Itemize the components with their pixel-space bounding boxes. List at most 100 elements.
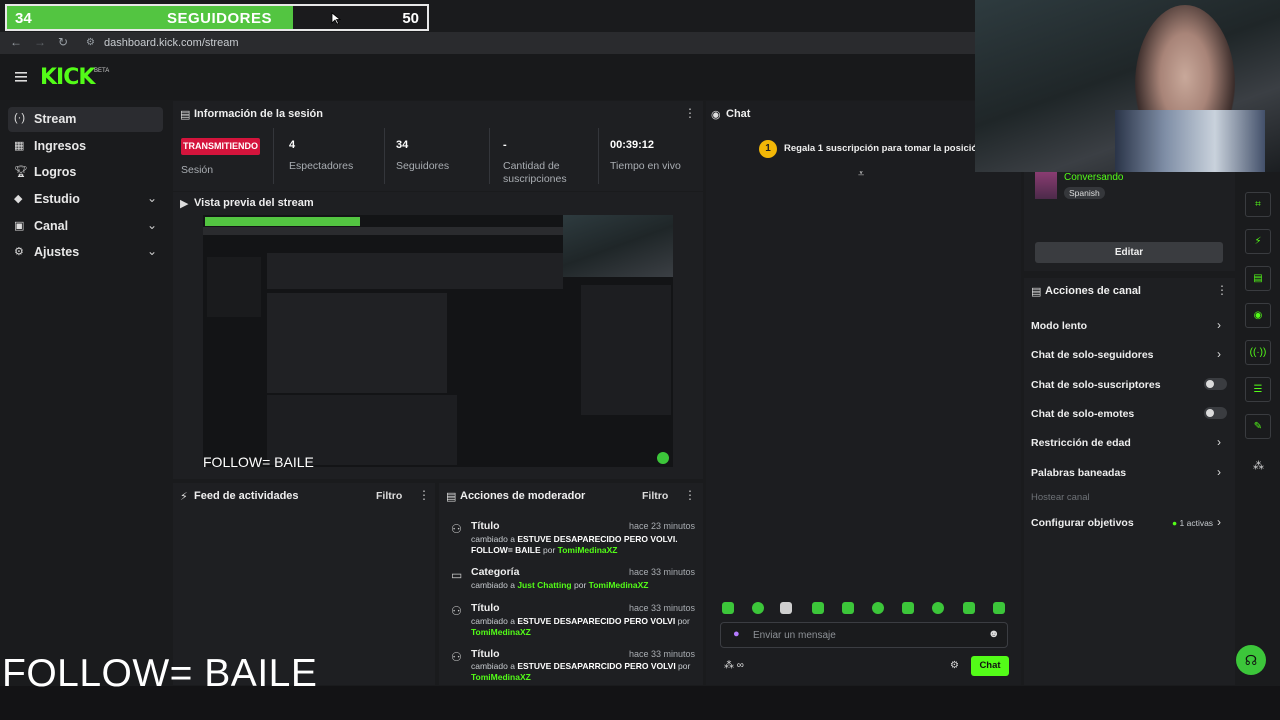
lightning-icon[interactable]: ⚡︎ <box>1245 229 1271 254</box>
broadcast-icon[interactable]: ((·)) <box>1245 340 1271 365</box>
followers-only-item[interactable]: Chat de solo-seguidores <box>1031 349 1154 361</box>
category-name[interactable]: Conversando <box>1064 172 1123 183</box>
emote-icon[interactable] <box>902 602 914 614</box>
users-icon[interactable]: ⁂ ∞ <box>724 660 744 671</box>
sidebar-item-estudio[interactable]: ◆ Estudio ⌄ <box>8 187 163 212</box>
more-options-icon[interactable]: ⋮ <box>684 106 696 120</box>
sidebar-item-ingresos[interactable]: ▦ Ingresos <box>8 134 163 159</box>
desc-value[interactable]: Just Chatting <box>517 580 571 590</box>
emote-icon[interactable] <box>780 602 792 614</box>
chat-bubble-icon[interactable]: ◉ <box>1245 303 1271 328</box>
language-tag: Spanish <box>1064 187 1105 199</box>
chat-send-button[interactable]: Chat <box>971 656 1009 676</box>
emote-icon[interactable] <box>752 602 764 614</box>
desc-user[interactable]: TomiMedinaXZ <box>471 672 531 682</box>
feed-filter-button[interactable]: Filtro <box>376 490 402 502</box>
sidebar-item-label: Stream <box>34 112 77 126</box>
collapse-icon[interactable]: ⩡ <box>858 168 864 181</box>
focus-icon[interactable]: ⌗ <box>1245 192 1271 217</box>
configure-goals-item[interactable]: Configurar objetivos <box>1031 517 1134 529</box>
edit-stream-button[interactable]: Editar <box>1035 242 1223 263</box>
subs-only-toggle[interactable] <box>1204 378 1227 390</box>
more-options-icon[interactable]: ⋮ <box>1216 283 1228 297</box>
chevron-right-icon[interactable]: › <box>1217 347 1221 361</box>
settings-icon[interactable]: ⚙ <box>950 660 959 671</box>
chat-input-placeholder: Enviar un mensaje <box>753 630 836 641</box>
sidebar-item-logros[interactable]: 🏆︎ Logros <box>8 160 163 185</box>
site-info-icon[interactable]: ⚙ <box>86 37 95 48</box>
kick-logo[interactable]: KICK <box>40 65 95 90</box>
user-edit-icon: ⚇ <box>451 650 462 664</box>
divider <box>273 128 274 184</box>
document-icon[interactable]: ▤ <box>1245 266 1271 291</box>
chat-message-input[interactable]: ● Enviar un mensaje ☻ <box>720 622 1008 648</box>
age-restriction-item[interactable]: Restricción de edad <box>1031 437 1131 449</box>
wrench-icon[interactable]: ✎ <box>1245 414 1271 439</box>
subs-value: - <box>503 139 507 151</box>
emote-icon[interactable] <box>872 602 884 614</box>
stream-preview-title: Vista previa del stream <box>194 197 314 209</box>
channel-actions-icon: ▤ <box>1031 286 1042 298</box>
layers-icon[interactable]: ☰ <box>1245 377 1271 402</box>
emoji-icon[interactable]: ☻ <box>988 628 1000 640</box>
desc-user[interactable]: TomiMedinaXZ <box>471 627 531 637</box>
sidebar-item-canal[interactable]: ▣ Canal ⌄ <box>8 214 163 239</box>
mod-filter-button[interactable]: Filtro <box>642 490 668 502</box>
chevron-down-icon: ⌄ <box>146 218 157 232</box>
emotes-only-item: Chat de solo-emotes <box>1031 408 1135 420</box>
sidebar-item-label: Canal <box>34 219 69 233</box>
microphone-icon[interactable]: ● <box>733 628 740 640</box>
back-icon[interactable]: ← <box>10 35 22 49</box>
chat-panel <box>706 101 1021 685</box>
more-options-icon[interactable]: ⋮ <box>684 488 696 502</box>
cursor-icon <box>331 12 341 25</box>
emotes-only-toggle[interactable] <box>1204 407 1227 419</box>
desc-user[interactable]: TomiMedinaXZ <box>558 545 618 555</box>
reload-icon[interactable]: ↻ <box>58 35 68 49</box>
slow-mode-item[interactable]: Modo lento <box>1031 320 1087 332</box>
followers-value: 34 <box>396 139 409 151</box>
desc-user[interactable]: TomiMedinaXZ <box>589 580 649 590</box>
preview-goal-bar <box>205 217 360 226</box>
follow-overlay-text: FOLLOW= BAILE <box>2 652 318 695</box>
banned-words-item[interactable]: Palabras baneadas <box>1031 467 1126 479</box>
address-bar[interactable]: dashboard.kick.com/stream <box>104 37 239 49</box>
mod-actions-title: Acciones de moderador <box>460 490 586 502</box>
emote-icon[interactable] <box>993 602 1005 614</box>
follower-goal-bar: 34 SEGUIDORES 50 <box>5 4 429 31</box>
live-status-badge: TRANSMITIENDO <box>181 138 260 155</box>
streamer-clothing <box>1115 110 1265 172</box>
support-headset-icon[interactable]: ☊ <box>1236 645 1266 675</box>
more-options-icon[interactable]: ⋮ <box>418 488 430 502</box>
mod-action-desc: cambiado a Just Chatting por TomiMedinaX… <box>471 580 696 591</box>
stream-icon: (·) <box>14 112 25 124</box>
sidebar-item-stream[interactable]: (·) Stream <box>8 107 163 132</box>
emote-icon[interactable] <box>722 602 734 614</box>
forward-icon[interactable]: → <box>34 35 46 49</box>
community-icon[interactable]: ⁂ <box>1253 459 1264 472</box>
emote-icon[interactable] <box>963 602 975 614</box>
live-time-value: 00:39:12 <box>610 139 655 151</box>
emote-icon[interactable] <box>842 602 854 614</box>
preview-overlay-text: FOLLOW= BAILE <box>203 454 314 470</box>
info-icon: ▤ <box>180 109 191 121</box>
menu-icon[interactable] <box>15 72 27 82</box>
mod-action-title: Categoría <box>471 566 520 578</box>
preview-browser-bar <box>203 227 563 235</box>
chevron-right-icon[interactable]: › <box>1217 515 1221 529</box>
emote-icon[interactable] <box>932 602 944 614</box>
chevron-right-icon[interactable]: › <box>1217 318 1221 332</box>
gift-sub-text[interactable]: Regala 1 suscripción para tomar la posic… <box>784 143 991 154</box>
sidebar-item-ajustes[interactable]: ⚙ Ajustes ⌄ <box>8 240 163 265</box>
emote-icon[interactable] <box>812 602 824 614</box>
chevron-right-icon[interactable]: › <box>1217 435 1221 449</box>
preview-session <box>267 253 563 289</box>
category-thumbnail <box>1035 172 1057 199</box>
chevron-right-icon[interactable]: › <box>1217 465 1221 479</box>
stream-preview-video[interactable] <box>203 215 673 467</box>
preview-nested <box>267 293 447 393</box>
active-goals-badge: ● 1 activas <box>1172 518 1213 528</box>
beta-label: BETA <box>94 68 110 74</box>
desc-by: por <box>571 580 589 590</box>
chat-title: Chat <box>726 108 751 120</box>
